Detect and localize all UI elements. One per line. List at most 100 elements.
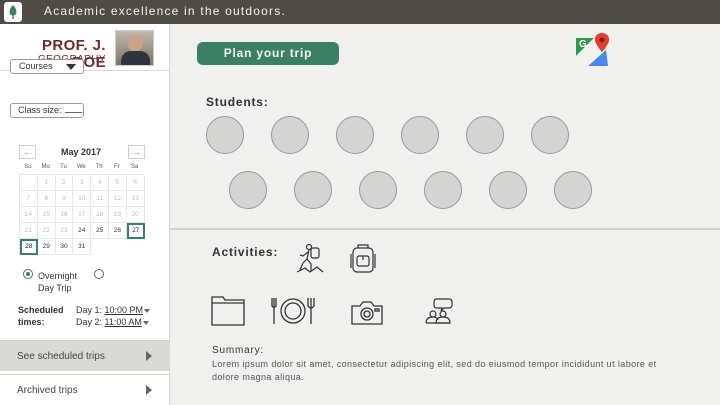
students-label: Students:: [206, 95, 269, 109]
see-scheduled-trips-button[interactable]: See scheduled trips: [0, 340, 170, 371]
student-avatar[interactable]: [531, 116, 569, 154]
weekday-label: Th: [95, 164, 103, 170]
calendar-day[interactable]: 20: [126, 207, 145, 223]
weekday-label: We: [76, 164, 86, 170]
calendar-empty-cell: [20, 175, 38, 191]
calendar-day[interactable]: 19: [108, 207, 127, 223]
student-avatar[interactable]: [424, 171, 462, 209]
calendar: Su Mo Tu We Th Fr Sa 1 2 3 4 5 6 7 8 9 10 11 12 13 14 15 16 17…: [19, 164, 145, 255]
calendar-day[interactable]: 2: [55, 175, 74, 191]
backpack-icon[interactable]: [349, 242, 377, 279]
calendar-day[interactable]: 18: [91, 207, 109, 223]
day1-label: Day 1:: [76, 305, 103, 315]
weekday-label: Fr: [114, 164, 120, 170]
calendar-day[interactable]: 23: [55, 223, 74, 239]
student-avatar[interactable]: [466, 116, 504, 154]
chevron-right-icon: [146, 385, 152, 395]
weekday-label: Su: [24, 164, 32, 170]
student-avatar[interactable]: [271, 116, 309, 154]
calendar-day[interactable]: 12: [108, 191, 127, 207]
calendar-day[interactable]: 21: [20, 223, 38, 239]
student-avatar[interactable]: [336, 116, 374, 154]
calendar-day[interactable]: 29: [37, 239, 56, 255]
weekday-label: Mo: [41, 164, 50, 170]
calendar-day-selected[interactable]: 28: [20, 239, 38, 255]
calendar-day[interactable]: 26: [108, 223, 127, 239]
chevron-down-icon: [144, 308, 151, 313]
archived-trips-label: Archived trips: [17, 385, 78, 396]
calendar-day[interactable]: 24: [73, 223, 92, 239]
calendar-day[interactable]: 10: [73, 191, 92, 207]
camera-icon[interactable]: [350, 299, 384, 332]
class-size-label: Class size:: [18, 105, 62, 115]
class-size-blank: [64, 105, 82, 113]
student-avatar[interactable]: [206, 116, 244, 154]
google-maps-icon[interactable]: G: [574, 32, 612, 68]
student-avatar[interactable]: [229, 171, 267, 209]
student-avatar[interactable]: [489, 171, 527, 209]
calendar-day[interactable]: 4: [91, 175, 109, 191]
avatar[interactable]: [115, 30, 154, 66]
courses-dropdown-label: Courses: [19, 61, 53, 71]
calendar-day-selected[interactable]: 27: [126, 223, 145, 239]
calendar-day[interactable]: 5: [108, 175, 127, 191]
tree-logo-icon[interactable]: [4, 2, 22, 22]
day-trip-radio[interactable]: [94, 269, 104, 279]
student-avatar[interactable]: [401, 116, 439, 154]
svg-text:G: G: [579, 39, 587, 50]
calendar-days: 1 2 3 4 5 6 7 8 9 10 11 12 13 14 15 16 17 18 19 20 21 22 23 24 2…: [19, 174, 145, 255]
overnight-label: Overnight: [38, 271, 78, 281]
student-avatar[interactable]: [359, 171, 397, 209]
dropdown-arrow-icon: [66, 64, 76, 70]
chevron-right-icon: [146, 351, 152, 361]
calendar-month-title: May 2017: [60, 147, 102, 157]
day2-label: Day 2:: [76, 317, 103, 327]
day2-time-select[interactable]: 11:00 AM: [105, 317, 142, 327]
weekday-label: Sa: [131, 164, 139, 170]
calendar-day[interactable]: 13: [126, 191, 145, 207]
chevron-down-icon: [142, 320, 149, 325]
site-tagline: Academic excellence in the outdoors.: [44, 4, 286, 18]
calendar-day[interactable]: 30: [55, 239, 74, 255]
calendar-day[interactable]: 14: [20, 207, 38, 223]
section-divider: [170, 228, 720, 230]
calendar-day[interactable]: 17: [73, 207, 92, 223]
day1-time-select[interactable]: 10:00 PM: [105, 305, 144, 315]
calendar-day[interactable]: 1: [37, 175, 56, 191]
group-chat-icon[interactable]: [424, 296, 454, 331]
day-trip-label: Day Trip: [38, 283, 72, 293]
calendar-day[interactable]: 8: [37, 191, 56, 207]
hiker-icon[interactable]: [293, 242, 327, 279]
calendar-day[interactable]: 31: [73, 239, 92, 255]
courses-dropdown[interactable]: Courses: [10, 59, 84, 74]
calendar-day[interactable]: 3: [73, 175, 92, 191]
see-scheduled-trips-label: See scheduled trips: [17, 351, 105, 362]
summary-label: Summary:: [212, 345, 264, 356]
folder-icon[interactable]: [211, 295, 245, 332]
student-avatar[interactable]: [294, 171, 332, 209]
summary-text: Lorem ipsum dolor sit amet, consectetur …: [212, 359, 657, 382]
overnight-radio[interactable]: [23, 269, 33, 279]
scheduled-times-label: Scheduled times:: [18, 305, 64, 327]
calendar-next-button[interactable]: →: [128, 145, 145, 159]
day2-time-row: Day 2: 11:00 AM: [76, 317, 149, 327]
calendar-day[interactable]: 16: [55, 207, 74, 223]
calendar-day[interactable]: 25: [91, 223, 109, 239]
calendar-day[interactable]: 22: [37, 223, 56, 239]
weekday-label: Tu: [60, 164, 67, 170]
calendar-day[interactable]: 9: [55, 191, 74, 207]
student-avatar[interactable]: [554, 171, 592, 209]
calendar-day[interactable]: 11: [91, 191, 109, 207]
calendar-day[interactable]: 15: [37, 207, 56, 223]
plan-your-trip-button[interactable]: Plan your trip: [197, 42, 339, 65]
calendar-weekday-header: Su Mo Tu We Th Fr Sa: [19, 164, 144, 174]
calendar-day[interactable]: 7: [20, 191, 38, 207]
calendar-day[interactable]: 6: [126, 175, 145, 191]
day1-time-row: Day 1: 10:00 PM: [76, 305, 151, 315]
top-bar: Academic excellence in the outdoors.: [0, 0, 720, 24]
archived-trips-button[interactable]: Archived trips: [0, 374, 170, 405]
calendar-prev-button[interactable]: ←: [19, 145, 36, 159]
activities-label: Activities:: [212, 245, 279, 259]
dining-icon[interactable]: [271, 296, 317, 331]
class-size-field[interactable]: Class size:: [10, 103, 84, 118]
